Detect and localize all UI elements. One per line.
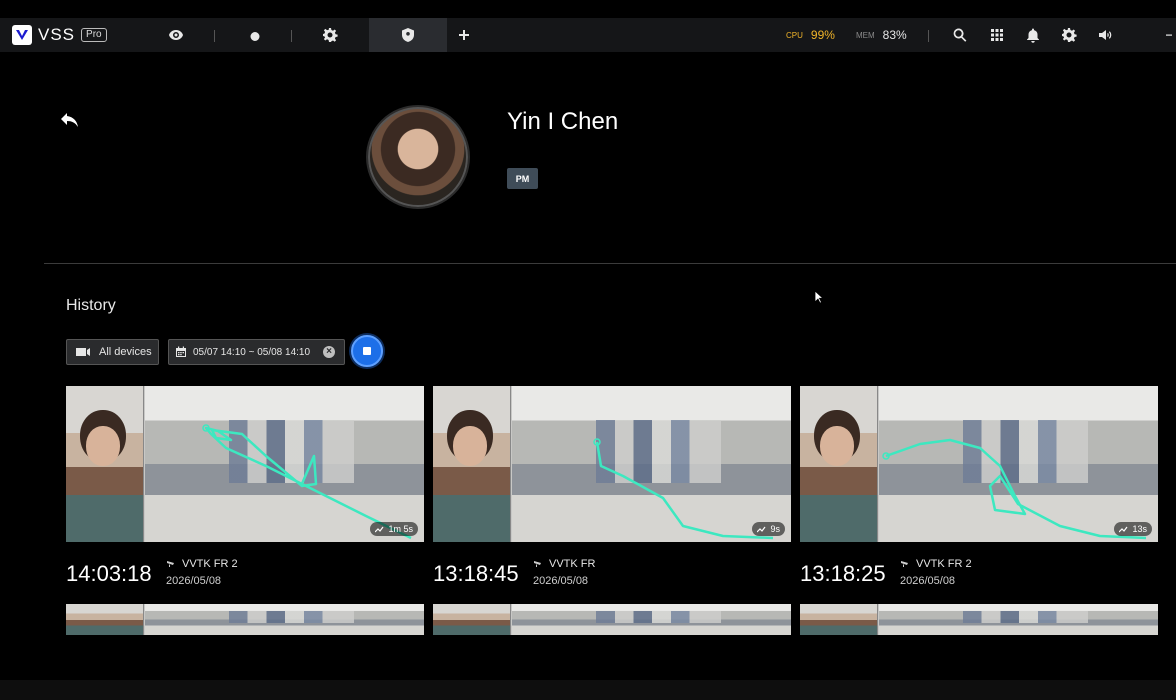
trend-icon bbox=[375, 526, 384, 532]
minimize-button[interactable] bbox=[1152, 18, 1176, 52]
face-snapshot bbox=[433, 604, 511, 635]
stop-search-button[interactable] bbox=[351, 335, 383, 367]
shield-user-icon bbox=[402, 28, 414, 42]
camera-name: VVTK FR 2 bbox=[182, 558, 238, 570]
history-camera: VVTK FR 2 bbox=[900, 558, 972, 570]
apps-grid-button[interactable] bbox=[977, 18, 1017, 52]
date-range-picker[interactable]: 05/07 14:10 ~ 05/08 14:10 × bbox=[168, 339, 345, 365]
top-bar: VSS Pro CPU 99% MEM 83% bbox=[0, 18, 1176, 52]
add-tab-button[interactable] bbox=[444, 18, 484, 52]
mem-value: 83% bbox=[882, 28, 907, 42]
minimize-icon bbox=[1166, 34, 1172, 36]
camera-name: VVTK FR bbox=[549, 558, 596, 570]
system-settings-button[interactable] bbox=[1049, 18, 1089, 52]
nav-separator bbox=[291, 30, 292, 42]
nav-separator bbox=[214, 30, 215, 42]
duration-badge: 13s bbox=[1114, 522, 1152, 536]
history-card[interactable]: 1m 5s 14:03:18 VVTK FR 2 2026/05/08 bbox=[66, 386, 424, 587]
user-name: Yin I Chen bbox=[507, 108, 619, 135]
cpu-label: CPU bbox=[786, 30, 803, 40]
clear-date-icon[interactable]: × bbox=[323, 346, 335, 358]
cctv-icon bbox=[901, 561, 908, 567]
history-card[interactable]: 13s 13:18:25 VVTK FR 2 2026/05/08 bbox=[800, 386, 1158, 587]
history-thumbnail[interactable]: 1m 5s bbox=[66, 386, 424, 542]
duration-value: 9s bbox=[770, 524, 780, 534]
history-thumbnail[interactable] bbox=[433, 604, 791, 635]
back-button[interactable] bbox=[58, 108, 82, 132]
gear-icon bbox=[1062, 28, 1077, 42]
app-logo[interactable]: VSS Pro bbox=[12, 25, 107, 45]
duration-badge: 9s bbox=[752, 522, 785, 536]
history-thumbnail[interactable] bbox=[800, 604, 1158, 635]
mouse-cursor-icon bbox=[814, 290, 824, 304]
trend-icon bbox=[1119, 526, 1128, 532]
history-camera: VVTK FR bbox=[533, 558, 595, 570]
calendar-icon bbox=[176, 346, 186, 357]
search-button[interactable] bbox=[940, 18, 980, 52]
history-date: 2026/05/08 bbox=[900, 575, 956, 587]
edition-badge: Pro bbox=[81, 28, 107, 42]
camera-snapshot bbox=[512, 604, 791, 635]
camera-snapshot bbox=[879, 604, 1158, 635]
grid-icon bbox=[991, 29, 1003, 41]
movement-track bbox=[202, 424, 412, 540]
cpu-usage: CPU 99% bbox=[786, 18, 835, 52]
stop-icon bbox=[363, 347, 371, 355]
history-title: History bbox=[66, 297, 116, 314]
back-arrow-icon bbox=[61, 113, 78, 127]
layers-icon bbox=[246, 29, 260, 41]
history-thumbnail[interactable]: 13s bbox=[800, 386, 1158, 542]
bottom-strip bbox=[0, 680, 1176, 700]
nav-liveview[interactable] bbox=[156, 18, 196, 52]
user-avatar bbox=[366, 105, 470, 209]
memory-usage: MEM 83% bbox=[856, 18, 907, 52]
settings-gear-icon bbox=[323, 28, 338, 42]
toolbar-separator bbox=[928, 30, 929, 42]
duration-value: 1m 5s bbox=[388, 524, 413, 534]
history-time: 13:18:25 bbox=[800, 561, 886, 586]
device-filter-label: All devices bbox=[99, 346, 152, 358]
device-filter-dropdown[interactable]: All devices bbox=[66, 339, 159, 365]
volume-button[interactable] bbox=[1085, 18, 1125, 52]
eye-icon bbox=[169, 30, 183, 40]
nav-settings[interactable] bbox=[310, 18, 350, 52]
camera-icon bbox=[76, 348, 90, 356]
camera-name: VVTK FR 2 bbox=[916, 558, 972, 570]
cctv-icon bbox=[167, 561, 174, 567]
history-thumbnail[interactable]: 9s bbox=[433, 386, 791, 542]
history-date: 2026/05/08 bbox=[533, 575, 589, 587]
trend-icon bbox=[757, 526, 766, 532]
movement-track bbox=[882, 438, 1147, 540]
camera-snapshot bbox=[145, 604, 424, 635]
app-name: VSS bbox=[38, 25, 76, 44]
duration-value: 13s bbox=[1132, 524, 1147, 534]
history-card[interactable]: 9s 13:18:45 VVTK FR 2026/05/08 bbox=[433, 386, 791, 587]
duration-badge: 1m 5s bbox=[370, 522, 418, 536]
bell-icon bbox=[1027, 28, 1039, 43]
face-snapshot bbox=[800, 604, 878, 635]
plus-icon bbox=[459, 30, 469, 40]
search-icon bbox=[953, 28, 967, 42]
cpu-value: 99% bbox=[810, 28, 835, 42]
face-snapshot bbox=[66, 604, 144, 635]
volume-icon bbox=[1099, 30, 1112, 40]
role-badge: PM bbox=[507, 168, 538, 189]
logo-v-icon bbox=[12, 25, 32, 45]
history-time: 13:18:45 bbox=[433, 561, 519, 586]
date-range-value: 05/07 14:10 ~ 05/08 14:10 bbox=[193, 346, 311, 358]
history-camera: VVTK FR 2 bbox=[166, 558, 238, 570]
mem-label: MEM bbox=[856, 30, 875, 40]
movement-track bbox=[593, 438, 774, 540]
history-date: 2026/05/08 bbox=[166, 575, 222, 587]
nav-people-tab[interactable] bbox=[369, 18, 447, 52]
history-thumbnail[interactable] bbox=[66, 604, 424, 635]
history-time: 14:03:18 bbox=[66, 561, 152, 586]
notifications-button[interactable] bbox=[1013, 18, 1053, 52]
cctv-icon bbox=[534, 561, 541, 567]
nav-playback[interactable] bbox=[233, 18, 273, 52]
section-divider bbox=[44, 263, 1176, 264]
